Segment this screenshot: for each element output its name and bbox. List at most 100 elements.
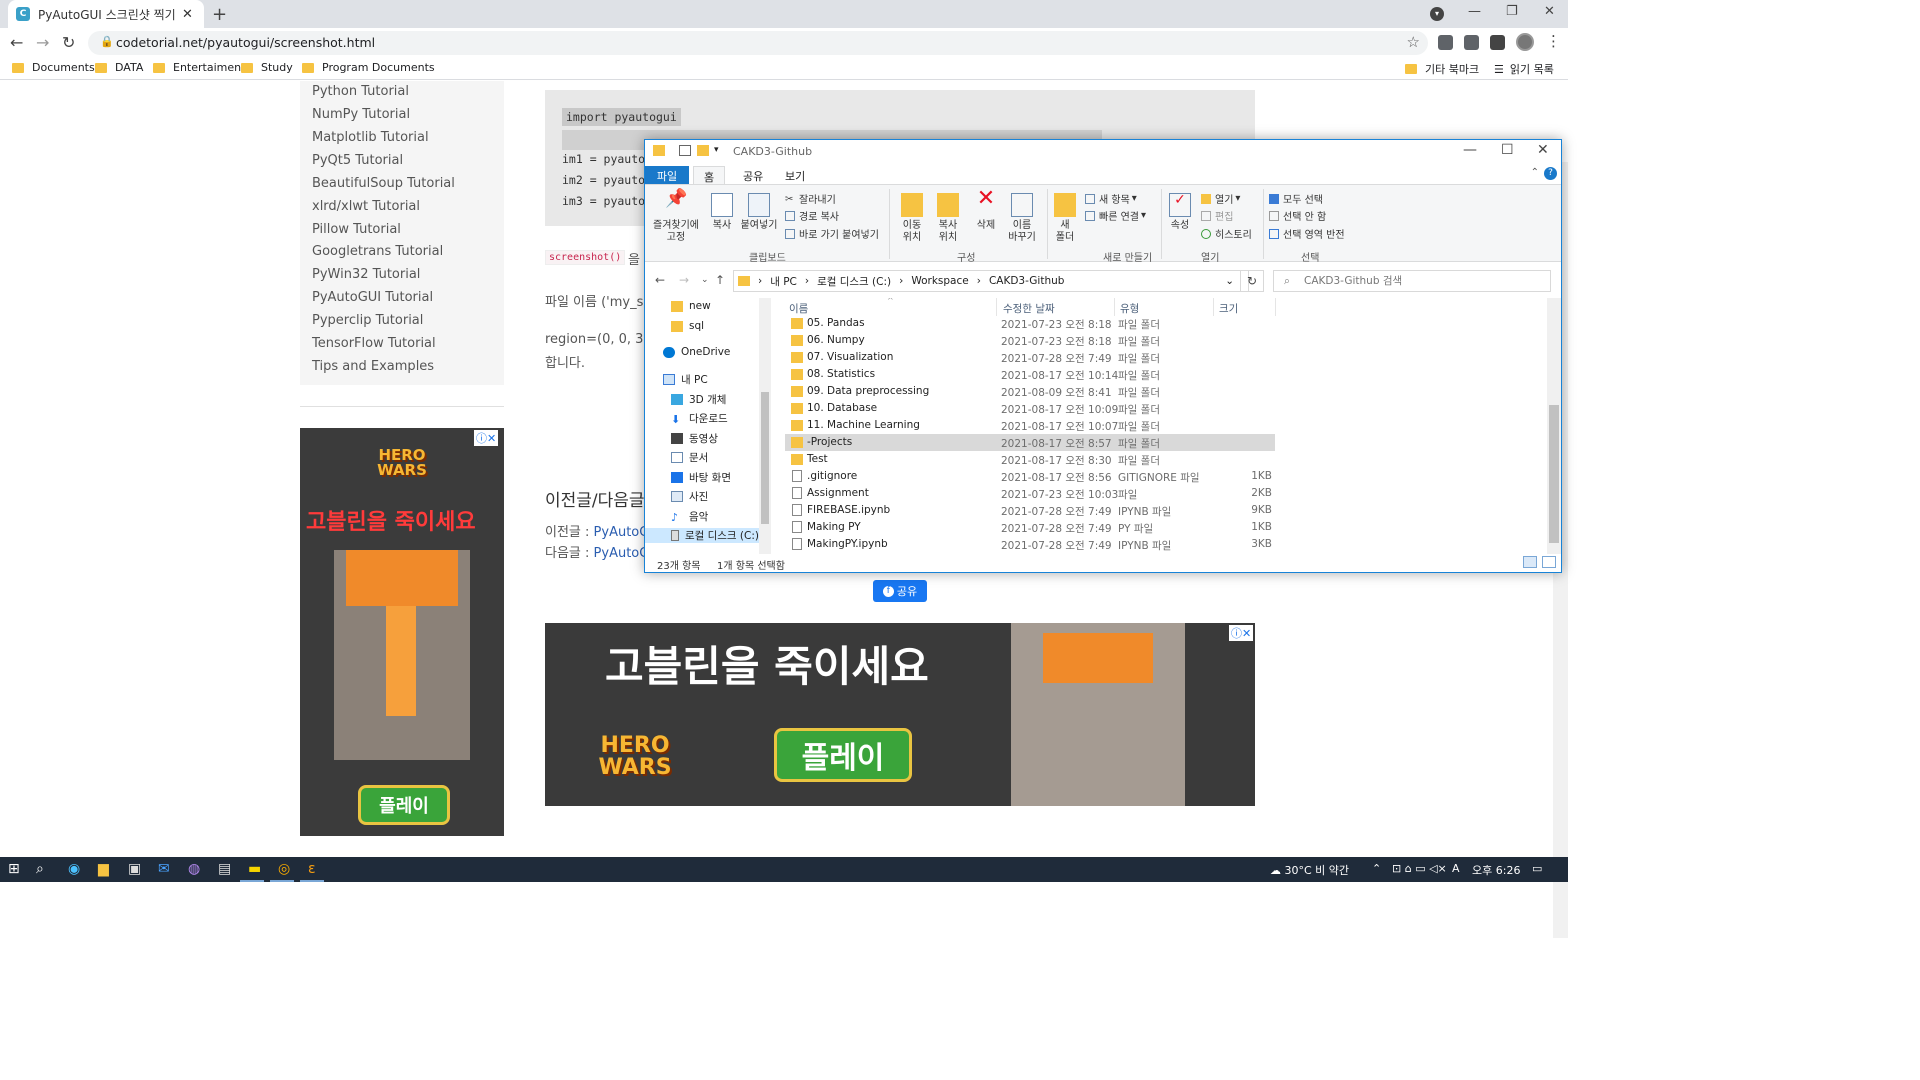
recent-dropdown-icon[interactable]: ⌄: [701, 275, 709, 285]
history-button[interactable]: 히스토리: [1201, 226, 1252, 241]
file-row[interactable]: .gitignore 2021-08-17 오전 8:56 GITIGNORE 파일…: [785, 468, 1275, 485]
menu-kebab-icon[interactable]: ⋮: [1546, 32, 1561, 50]
nav-item-videos[interactable]: 동영상: [671, 431, 718, 446]
bookmark-program-documents[interactable]: Program Documents: [302, 61, 435, 74]
profile-avatar[interactable]: [1516, 33, 1534, 51]
sidebar-link[interactable]: Pyperclip Tutorial: [312, 313, 423, 328]
open-button[interactable]: 열기 ▾: [1201, 191, 1240, 206]
ad-banner-bottom[interactable]: 고블린을 죽이세요 HERO WARS 플레이 ⓘ✕: [545, 623, 1255, 806]
file-row[interactable]: Assignment 2021-07-23 오전 10:03 파일 2KB: [785, 485, 1275, 502]
nav-item-downloads[interactable]: ⬇ 다운로드: [671, 411, 728, 426]
address-bar[interactable]: 🔒 codetorial.net/pyautogui/screenshot.ht…: [88, 31, 1428, 55]
back-icon[interactable]: ←: [10, 33, 23, 52]
search-icon[interactable]: ⌕: [36, 861, 44, 877]
sidebar-link[interactable]: PyAutoGUI Tutorial: [312, 290, 433, 305]
details-view-icon[interactable]: [1523, 556, 1537, 568]
select-none-button[interactable]: 선택 안 함: [1269, 208, 1326, 223]
app-icon-2[interactable]: ▤: [218, 861, 231, 877]
column-divider[interactable]: [1275, 298, 1276, 316]
nav-item-music[interactable]: ♪ 음악: [671, 509, 708, 524]
close-window-icon[interactable]: ✕: [1544, 4, 1555, 19]
rename-button[interactable]: 이름 바꾸기: [1003, 193, 1041, 244]
breadcrumb-my-pc[interactable]: 내 PC: [770, 274, 797, 289]
tray-icons[interactable]: ⊡ ⌂ ▭ ◁×: [1392, 862, 1447, 875]
tab-share[interactable]: 공유: [733, 166, 773, 184]
nav-item-desktop[interactable]: 바탕 화면: [671, 470, 731, 485]
file-row[interactable]: 11. Machine Learning 2021-08-17 오전 10:07 파…: [785, 417, 1275, 434]
cut-button[interactable]: ✂ 잘라내기: [785, 191, 836, 207]
properties-button[interactable]: ✓ 속성: [1165, 193, 1195, 232]
chrome-icon[interactable]: ◎: [278, 861, 290, 877]
lock-icon[interactable]: 🔒: [100, 35, 114, 48]
copy-path-button[interactable]: 경로 복사: [785, 208, 839, 223]
nav-item-sql[interactable]: sql: [671, 320, 704, 332]
weather-widget[interactable]: ☁ 30°C 비 약간: [1270, 862, 1349, 878]
mail-icon[interactable]: ✉: [158, 861, 170, 877]
sidebar-link[interactable]: PyWin32 Tutorial: [312, 267, 420, 282]
column-divider[interactable]: [996, 298, 997, 316]
minimize-icon[interactable]: —: [1468, 4, 1481, 19]
refresh-icon[interactable]: ↻: [1240, 270, 1264, 292]
copy-button[interactable]: 복사: [707, 193, 737, 232]
column-header-date[interactable]: 수정한 날짜: [1003, 301, 1055, 316]
sidebar-link[interactable]: Tips and Examples: [312, 359, 434, 374]
pin-quick-access-button[interactable]: 📌 즐겨찾기에 고정: [651, 190, 701, 244]
tab-search-icon[interactable]: ▾: [1430, 7, 1444, 21]
ad-banner-left[interactable]: HERO WARS 고블린을 죽이세요 플레이 ⓘ✕: [300, 428, 504, 836]
nav-item-3d-objects[interactable]: 3D 개체: [671, 392, 726, 407]
sidebar-link[interactable]: BeautifulSoup Tutorial: [312, 176, 455, 191]
store-icon[interactable]: ▣: [128, 861, 141, 877]
tab-home[interactable]: 홈: [693, 166, 726, 184]
forward-icon[interactable]: →: [679, 273, 689, 287]
column-header-size[interactable]: 크기: [1219, 301, 1238, 316]
explorer-search-input[interactable]: ⌕ CAKD3-Github 검색: [1273, 270, 1551, 292]
windows-start-icon[interactable]: ⊞: [8, 861, 20, 877]
file-row[interactable]: 09. Data preprocessing 2021-08-09 오전 8:41…: [785, 383, 1275, 400]
new-folder-quick-icon[interactable]: [697, 145, 709, 156]
kakaotalk-icon[interactable]: ▬: [248, 861, 261, 877]
file-row[interactable]: Test 2021-08-17 오전 8:30 파일 폴더: [785, 451, 1275, 468]
sidebar-link[interactable]: Pillow Tutorial: [312, 222, 401, 237]
tab-view[interactable]: 보기: [775, 166, 815, 184]
column-header-name[interactable]: 이름: [789, 301, 808, 316]
ad-play-button[interactable]: 플레이: [774, 728, 912, 782]
up-icon[interactable]: ↑: [715, 273, 725, 287]
extension-icon-2[interactable]: [1464, 35, 1479, 50]
browser-tab-active[interactable]: C PyAutoGUI 스크린샷 찍기 - Cod ✕: [8, 0, 204, 28]
tab-close-icon[interactable]: ✕: [182, 7, 193, 22]
back-icon[interactable]: ←: [655, 273, 665, 287]
breadcrumb-current[interactable]: CAKD3-Github: [989, 275, 1064, 287]
breadcrumb-local-disk[interactable]: 로컬 디스크 (C:): [817, 274, 891, 289]
explorer-titlebar[interactable]: ▾ CAKD3-Github — ☐ ✕: [645, 140, 1561, 164]
next-post-link[interactable]: PyAutoG: [594, 546, 650, 561]
customize-qat-icon[interactable]: ▾: [714, 145, 726, 156]
file-list-scroll-thumb[interactable]: [1549, 405, 1559, 543]
edge-browser-icon[interactable]: ◉: [68, 861, 80, 877]
copy-to-button[interactable]: 복사 위치: [931, 193, 965, 244]
sidebar-link[interactable]: xlrd/xlwt Tutorial: [312, 199, 420, 214]
nav-item-onedrive[interactable]: OneDrive: [663, 346, 730, 358]
ad-info-icon[interactable]: ⓘ✕: [1229, 625, 1254, 641]
tab-file[interactable]: 파일: [645, 166, 689, 184]
file-row[interactable]: 06. Numpy 2021-07-23 오전 8:18 파일 폴더: [785, 332, 1275, 349]
address-dropdown-icon[interactable]: ⌄: [1225, 275, 1234, 287]
prev-post-link[interactable]: PyAutoG: [594, 525, 650, 540]
sidebar-link[interactable]: Googletrans Tutorial: [312, 244, 443, 259]
ime-indicator[interactable]: A: [1452, 862, 1460, 875]
file-row[interactable]: 07. Visualization 2021-07-28 오전 7:49 파일 폴더: [785, 349, 1275, 366]
sidebar-link[interactable]: NumPy Tutorial: [312, 107, 410, 122]
paste-shortcut-button[interactable]: 바로 가기 붙여넣기: [785, 226, 879, 241]
new-item-button[interactable]: 새 항목 ▾: [1085, 191, 1137, 206]
file-row[interactable]: Making PY 2021-07-28 오전 7:49 PY 파일 1KB: [785, 519, 1275, 536]
large-icons-view-icon[interactable]: [1542, 556, 1556, 568]
file-row[interactable]: 05. Pandas 2021-07-23 오전 8:18 파일 폴더: [785, 315, 1275, 332]
minimize-icon[interactable]: —: [1463, 142, 1477, 158]
extensions-puzzle-icon[interactable]: [1490, 35, 1505, 50]
ad-info-icon[interactable]: ⓘ✕: [474, 430, 499, 446]
app-icon[interactable]: ◍: [188, 861, 200, 877]
sidebar-link[interactable]: TensorFlow Tutorial: [312, 336, 436, 351]
clock[interactable]: 오후 6:26: [1472, 862, 1520, 878]
notification-icon[interactable]: ▭: [1532, 862, 1542, 875]
delete-button[interactable]: ✕ 삭제: [971, 188, 1001, 232]
edit-button[interactable]: 편집: [1201, 208, 1233, 223]
